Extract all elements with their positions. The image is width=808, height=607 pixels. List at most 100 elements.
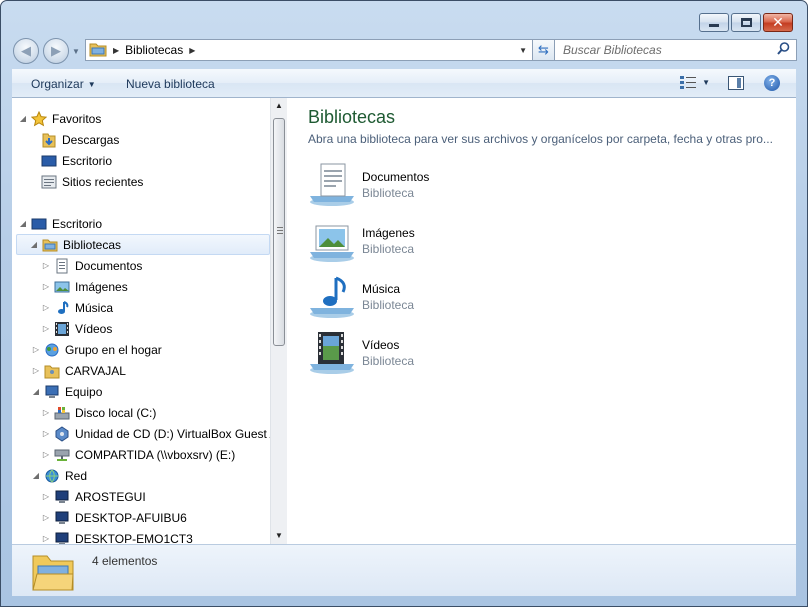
tree-label: Disco local (C:) — [75, 405, 157, 420]
film-strip-icon — [54, 321, 70, 337]
details-pane: 4 elementos — [12, 544, 796, 596]
tree-item-libraries[interactable]: ◢ Bibliotecas — [16, 234, 270, 255]
tree-item-music[interactable]: ▷ Música — [41, 297, 113, 318]
forward-button[interactable]: ▶ — [43, 38, 69, 64]
homegroup-icon — [44, 342, 60, 358]
collapse-arrow-icon[interactable]: ◢ — [29, 240, 39, 249]
library-type: Biblioteca — [362, 298, 415, 312]
network-icon — [44, 468, 60, 484]
address-bar[interactable]: ▶ Bibliotecas ▶ ▼ — [85, 39, 533, 61]
expand-arrow-icon[interactable]: ▷ — [41, 534, 51, 543]
library-name: Imágenes — [362, 226, 415, 240]
expand-arrow-icon[interactable]: ▷ — [41, 408, 51, 417]
scroll-up-arrow-icon[interactable]: ▲ — [271, 98, 287, 114]
organize-menu[interactable]: Organizar ▼ — [31, 77, 96, 91]
tree-item-desktop[interactable]: ◢ Escritorio — [18, 213, 102, 234]
tree-label: Sitios recientes — [62, 174, 144, 189]
library-item-documents[interactable]: Documentos Biblioteca — [308, 160, 608, 212]
tree-item-net-pc[interactable]: ▷ DESKTOP-EMO1CT3 — [41, 528, 193, 544]
collapse-arrow-icon[interactable]: ◢ — [31, 471, 41, 480]
libraries-folder-icon — [89, 41, 107, 60]
tree-label: Equipo — [65, 384, 103, 399]
library-item-images[interactable]: Imágenes Biblioteca — [308, 216, 608, 268]
expand-arrow-icon[interactable]: ▷ — [31, 366, 41, 375]
refresh-button[interactable]: ⇆ — [533, 39, 555, 61]
collapse-arrow-icon[interactable]: ◢ — [18, 219, 28, 228]
videos-library-icon — [310, 332, 354, 374]
collapse-arrow-icon[interactable]: ◢ — [18, 114, 28, 123]
help-icon[interactable]: ? — [764, 75, 780, 91]
recent-pages-dropdown[interactable]: ▼ — [72, 47, 80, 56]
tree-item-recent[interactable]: Sitios recientes — [41, 171, 143, 192]
libraries-folder-icon — [42, 237, 58, 253]
breadcrumb-libraries[interactable]: Bibliotecas — [125, 43, 183, 57]
tree-item-local-disk[interactable]: ▷ Disco local (C:) — [41, 402, 156, 423]
preview-pane-button[interactable] — [728, 76, 744, 90]
caption-buttons: ✕ — [697, 13, 793, 32]
expand-arrow-icon[interactable]: ▷ — [41, 303, 51, 312]
expand-arrow-icon[interactable]: ▷ — [41, 513, 51, 522]
tree-label: Imágenes — [75, 279, 128, 294]
close-button[interactable]: ✕ — [763, 13, 793, 32]
expand-arrow-icon[interactable]: ▷ — [41, 282, 51, 291]
tree-item-desktop-fav[interactable]: Escritorio — [41, 150, 112, 171]
tree-item-computer[interactable]: ◢ Equipo — [31, 381, 102, 402]
expand-arrow-icon[interactable]: ▷ — [41, 450, 51, 459]
tree-item-images[interactable]: ▷ Imágenes — [41, 276, 128, 297]
hard-drive-icon — [54, 405, 70, 421]
tree-label: DESKTOP-EMO1CT3 — [75, 531, 193, 545]
new-library-button[interactable]: Nueva biblioteca — [126, 77, 215, 91]
scrollbar-thumb[interactable] — [273, 118, 285, 346]
library-name: Vídeos — [362, 338, 400, 352]
expand-arrow-icon[interactable]: ▷ — [41, 324, 51, 333]
library-item-videos[interactable]: Vídeos Biblioteca — [308, 328, 608, 380]
tree-item-documents[interactable]: ▷ Documentos — [41, 255, 142, 276]
tree-item-videos[interactable]: ▷ Vídeos — [41, 318, 112, 339]
computer-icon — [54, 489, 70, 505]
breadcrumb-separator-icon[interactable]: ▶ — [189, 46, 195, 55]
tree-label: AROSTEGUI — [75, 489, 146, 504]
breadcrumb-separator-icon[interactable]: ▶ — [113, 46, 119, 55]
images-library-icon — [310, 225, 354, 262]
scroll-down-arrow-icon[interactable]: ▼ — [271, 528, 287, 544]
tree-label: Red — [65, 468, 88, 483]
desktop-icon — [41, 153, 57, 169]
tree-item-user[interactable]: ▷ CARVAJAL — [31, 360, 126, 381]
collapse-arrow-icon[interactable]: ◢ — [31, 387, 41, 396]
tree-label: Favoritos — [52, 111, 102, 126]
address-dropdown-icon[interactable]: ▼ — [519, 46, 527, 55]
library-item-music[interactable]: Música Biblioteca — [308, 272, 608, 324]
tree-item-net-pc[interactable]: ▷ DESKTOP-AFUIBU6 — [41, 507, 187, 528]
expand-arrow-icon[interactable]: ▷ — [41, 429, 51, 438]
navigation-pane[interactable]: ◢ Favoritos Descargas Escritorio Sitios … — [12, 98, 270, 544]
expand-arrow-icon[interactable]: ▷ — [41, 492, 51, 501]
images-icon — [54, 279, 70, 295]
tree-item-net-pc[interactable]: ▷ AROSTEGUI — [41, 486, 146, 507]
navigation-scrollbar[interactable]: ▲ ▼ — [270, 98, 287, 544]
tree-item-homegroup[interactable]: ▷ Grupo en el hogar — [31, 339, 162, 360]
change-view-button[interactable]: ▼ — [680, 75, 710, 89]
tree-label: CARVAJAL — [65, 363, 126, 378]
library-name: Documentos — [362, 170, 430, 184]
search-icon[interactable] — [777, 42, 790, 58]
minimize-button[interactable] — [699, 13, 729, 32]
expand-arrow-icon[interactable]: ▷ — [41, 261, 51, 270]
computer-icon — [54, 510, 70, 526]
search-box[interactable]: Buscar Bibliotecas — [554, 39, 797, 61]
maximize-button[interactable] — [731, 13, 761, 32]
library-type: Biblioteca — [362, 186, 415, 200]
command-bar: Organizar ▼ Nueva biblioteca ▼ ? — [12, 69, 796, 98]
tree-item-network[interactable]: ◢ Red — [31, 465, 87, 486]
page-description: Abra una biblioteca para ver sus archivo… — [308, 132, 773, 146]
desktop-icon — [31, 216, 47, 232]
documents-icon — [54, 258, 70, 274]
tree-item-downloads[interactable]: Descargas — [41, 129, 119, 150]
minimize-icon — [709, 24, 719, 27]
tree-item-share[interactable]: ▷ COMPARTIDA (\\vboxsrv) (E:) — [41, 444, 235, 465]
tree-label: Descargas — [62, 132, 120, 147]
back-button[interactable]: ◀ — [13, 38, 39, 64]
expand-arrow-icon[interactable]: ▷ — [31, 345, 41, 354]
tree-item-favorites[interactable]: ◢ Favoritos — [18, 108, 101, 129]
search-placeholder: Buscar Bibliotecas — [563, 43, 662, 57]
tree-item-cd-drive[interactable]: ▷ Unidad de CD (D:) VirtualBox Guest Add… — [41, 423, 270, 444]
